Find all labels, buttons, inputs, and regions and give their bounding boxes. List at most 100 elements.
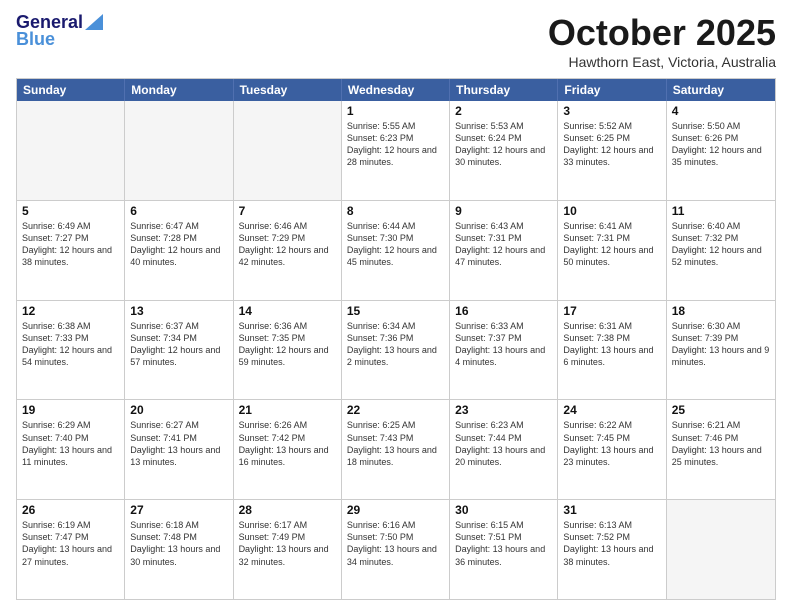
day-info: Sunrise: 6:40 AM Sunset: 7:32 PM Dayligh… [672,220,770,269]
day-number: 5 [22,204,119,218]
calendar-day-name: Wednesday [342,79,450,101]
day-number: 18 [672,304,770,318]
calendar-cell: 26Sunrise: 6:19 AM Sunset: 7:47 PM Dayli… [17,500,125,599]
logo-icon [85,14,103,30]
calendar-cell: 2 Sunrise: 5:53 AM Sunset: 6:24 PM Daylig… [450,101,558,200]
day-info: Sunrise: 6:23 AM Sunset: 7:44 PM Dayligh… [455,419,552,468]
day-info: Sunrise: 6:30 AM Sunset: 7:39 PM Dayligh… [672,320,770,369]
day-number: 3 [563,104,660,118]
day-number: 20 [130,403,227,417]
day-info: Sunrise: 6:36 AM Sunset: 7:35 PM Dayligh… [239,320,336,369]
calendar-cell: 25Sunrise: 6:21 AM Sunset: 7:46 PM Dayli… [667,400,775,499]
logo: General Blue [16,12,103,50]
month-title: October 2025 [548,12,776,54]
calendar-day-name: Sunday [17,79,125,101]
calendar-cell: 4Sunrise: 5:50 AM Sunset: 6:26 PM Daylig… [667,101,775,200]
calendar-day-name: Thursday [450,79,558,101]
day-number: 22 [347,403,444,417]
day-number: 7 [239,204,336,218]
calendar-day-name: Monday [125,79,233,101]
day-number: 13 [130,304,227,318]
day-number: 27 [130,503,227,517]
calendar-cell: 10 Sunrise: 6:41 AM Sunset: 7:31 PM Dayli… [558,201,666,300]
day-info: Sunrise: 6:46 AM Sunset: 7:29 PM Dayligh… [239,220,336,269]
day-number: 10 [563,204,660,218]
day-info: Sunrise: 6:22 AM Sunset: 7:45 PM Dayligh… [563,419,660,468]
day-info: Sunrise: 6:37 AM Sunset: 7:34 PM Dayligh… [130,320,227,369]
day-info: Sunrise: 6:41 AM Sunset: 7:31 PM Dayligh… [563,220,660,269]
day-info: Sunrise: 6:26 AM Sunset: 7:42 PM Dayligh… [239,419,336,468]
location-subtitle: Hawthorn East, Victoria, Australia [548,54,776,70]
day-info: Sunrise: 5:53 AM Sunset: 6:24 PM Dayligh… [455,120,552,169]
calendar-cell: 11 Sunrise: 6:40 AM Sunset: 7:32 PM Dayli… [667,201,775,300]
calendar-cell: 17Sunrise: 6:31 AM Sunset: 7:38 PM Dayli… [558,301,666,400]
calendar-cell: 6 Sunrise: 6:47 AM Sunset: 7:28 PM Daylig… [125,201,233,300]
calendar-day-name: Saturday [667,79,775,101]
day-info: Sunrise: 6:16 AM Sunset: 7:50 PM Dayligh… [347,519,444,568]
day-number: 21 [239,403,336,417]
day-info: Sunrise: 6:15 AM Sunset: 7:51 PM Dayligh… [455,519,552,568]
day-info: Sunrise: 5:52 AM Sunset: 6:25 PM Dayligh… [563,120,660,169]
calendar: SundayMondayTuesdayWednesdayThursdayFrid… [16,78,776,600]
day-info: Sunrise: 6:38 AM Sunset: 7:33 PM Dayligh… [22,320,119,369]
day-info: Sunrise: 6:47 AM Sunset: 7:28 PM Dayligh… [130,220,227,269]
day-number: 15 [347,304,444,318]
day-number: 26 [22,503,119,517]
calendar-row: 19Sunrise: 6:29 AM Sunset: 7:40 PM Dayli… [17,400,775,500]
page-container: General Blue October 2025 Hawthorn East,… [0,0,792,612]
logo-blue: Blue [16,29,55,50]
day-number: 8 [347,204,444,218]
calendar-cell: 3 Sunrise: 5:52 AM Sunset: 6:25 PM Daylig… [558,101,666,200]
day-number: 31 [563,503,660,517]
calendar-cell: 23Sunrise: 6:23 AM Sunset: 7:44 PM Dayli… [450,400,558,499]
calendar-cell [125,101,233,200]
calendar-cell: 16 Sunrise: 6:33 AM Sunset: 7:37 PM Dayli… [450,301,558,400]
day-number: 19 [22,403,119,417]
day-info: Sunrise: 6:18 AM Sunset: 7:48 PM Dayligh… [130,519,227,568]
calendar-cell: 29 Sunrise: 6:16 AM Sunset: 7:50 PM Dayli… [342,500,450,599]
calendar-cell: 12Sunrise: 6:38 AM Sunset: 7:33 PM Dayli… [17,301,125,400]
day-info: Sunrise: 6:49 AM Sunset: 7:27 PM Dayligh… [22,220,119,269]
day-number: 9 [455,204,552,218]
calendar-cell: 27 Sunrise: 6:18 AM Sunset: 7:48 PM Dayli… [125,500,233,599]
day-number: 6 [130,204,227,218]
day-number: 2 [455,104,552,118]
day-info: Sunrise: 6:27 AM Sunset: 7:41 PM Dayligh… [130,419,227,468]
day-info: Sunrise: 6:31 AM Sunset: 7:38 PM Dayligh… [563,320,660,369]
day-info: Sunrise: 5:55 AM Sunset: 6:23 PM Dayligh… [347,120,444,169]
calendar-cell: 22Sunrise: 6:25 AM Sunset: 7:43 PM Dayli… [342,400,450,499]
day-number: 29 [347,503,444,517]
calendar-row: 26Sunrise: 6:19 AM Sunset: 7:47 PM Dayli… [17,500,775,599]
calendar-day-name: Tuesday [234,79,342,101]
day-number: 1 [347,104,444,118]
day-info: Sunrise: 6:17 AM Sunset: 7:49 PM Dayligh… [239,519,336,568]
day-info: Sunrise: 6:34 AM Sunset: 7:36 PM Dayligh… [347,320,444,369]
calendar-row: 1 Sunrise: 5:55 AM Sunset: 6:23 PM Daylig… [17,101,775,201]
calendar-cell [234,101,342,200]
calendar-body: 1 Sunrise: 5:55 AM Sunset: 6:23 PM Daylig… [17,101,775,599]
calendar-day-name: Friday [558,79,666,101]
calendar-cell: 21 Sunrise: 6:26 AM Sunset: 7:42 PM Dayli… [234,400,342,499]
calendar-cell: 9 Sunrise: 6:43 AM Sunset: 7:31 PM Daylig… [450,201,558,300]
day-info: Sunrise: 6:33 AM Sunset: 7:37 PM Dayligh… [455,320,552,369]
day-number: 14 [239,304,336,318]
calendar-cell: 7 Sunrise: 6:46 AM Sunset: 7:29 PM Daylig… [234,201,342,300]
calendar-cell: 24 Sunrise: 6:22 AM Sunset: 7:45 PM Dayli… [558,400,666,499]
calendar-row: 12Sunrise: 6:38 AM Sunset: 7:33 PM Dayli… [17,301,775,401]
day-info: Sunrise: 6:43 AM Sunset: 7:31 PM Dayligh… [455,220,552,269]
day-number: 25 [672,403,770,417]
day-info: Sunrise: 5:50 AM Sunset: 6:26 PM Dayligh… [672,120,770,169]
day-number: 16 [455,304,552,318]
day-number: 24 [563,403,660,417]
calendar-row: 5 Sunrise: 6:49 AM Sunset: 7:27 PM Daylig… [17,201,775,301]
day-number: 28 [239,503,336,517]
calendar-cell: 8Sunrise: 6:44 AM Sunset: 7:30 PM Daylig… [342,201,450,300]
calendar-cell [17,101,125,200]
calendar-header: SundayMondayTuesdayWednesdayThursdayFrid… [17,79,775,101]
calendar-cell: 1 Sunrise: 5:55 AM Sunset: 6:23 PM Daylig… [342,101,450,200]
calendar-cell [667,500,775,599]
calendar-cell: 31Sunrise: 6:13 AM Sunset: 7:52 PM Dayli… [558,500,666,599]
day-number: 11 [672,204,770,218]
calendar-cell: 19Sunrise: 6:29 AM Sunset: 7:40 PM Dayli… [17,400,125,499]
calendar-cell: 14 Sunrise: 6:36 AM Sunset: 7:35 PM Dayli… [234,301,342,400]
